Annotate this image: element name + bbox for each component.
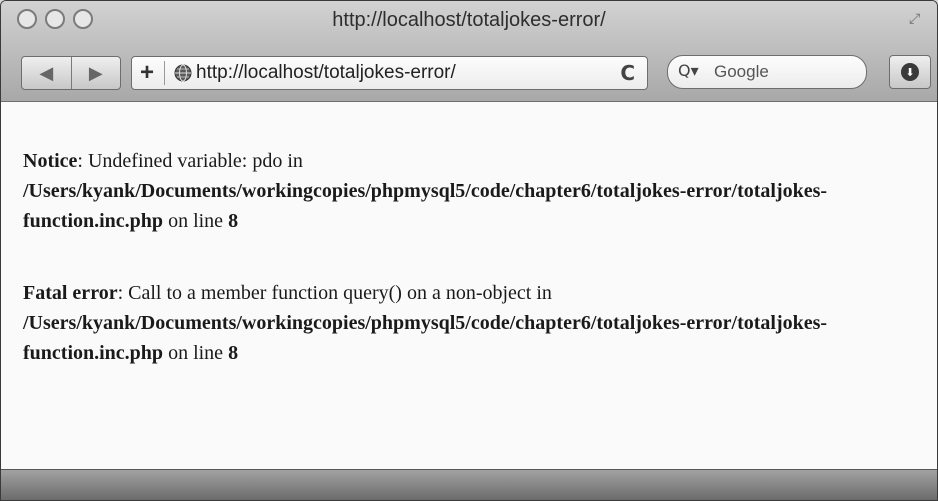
error-on-line-text: on line	[163, 210, 229, 232]
fullscreen-icon[interactable]: ⤢	[909, 11, 925, 27]
error-message: : Call to a member function query() on a…	[117, 282, 552, 304]
downloads-button[interactable]: ⬇	[889, 55, 931, 89]
error-notice: Notice: Undefined variable: pdo in /User…	[23, 146, 931, 236]
window-title: http://localhost/totaljokes-error/	[332, 9, 606, 31]
add-bookmark-button[interactable]: +	[140, 59, 154, 87]
error-file-path: /Users/kyank/Documents/workingcopies/php…	[23, 180, 828, 232]
error-label: Fatal error	[23, 282, 118, 304]
status-bar	[1, 469, 937, 500]
forward-button[interactable]: ▶	[70, 57, 121, 89]
search-field[interactable]: Q▾ Google	[667, 55, 867, 89]
search-placeholder: Google	[714, 62, 769, 81]
address-url[interactable]: http://localhost/totaljokes-error/	[196, 62, 456, 84]
browser-window: http://localhost/totaljokes-error/ ⤢ ◀ ▶…	[0, 0, 938, 501]
browser-toolbar: http://localhost/totaljokes-error/ ⤢ ◀ ▶…	[1, 1, 937, 102]
download-icon: ⬇	[901, 63, 919, 81]
error-line-number: 8	[228, 210, 239, 232]
error-fatal: Fatal error: Call to a member function q…	[23, 278, 931, 368]
error-on-line-text: on line	[163, 342, 229, 364]
back-button[interactable]: ◀	[22, 57, 71, 89]
back-forward-group: ◀ ▶	[21, 56, 121, 90]
address-bar[interactable]: + http://localhost/totaljokes-error/ C	[131, 56, 648, 90]
address-divider	[164, 61, 165, 85]
error-line-number: 8	[228, 342, 239, 364]
error-file-path: /Users/kyank/Documents/workingcopies/php…	[23, 312, 828, 364]
error-label: Notice	[23, 150, 78, 172]
error-message: : Undefined variable: pdo in	[77, 150, 303, 172]
reload-button[interactable]: C	[620, 61, 635, 85]
page-content: Notice: Undefined variable: pdo in /User…	[1, 102, 937, 470]
globe-icon	[174, 64, 192, 82]
search-icon[interactable]: Q▾	[678, 61, 699, 80]
